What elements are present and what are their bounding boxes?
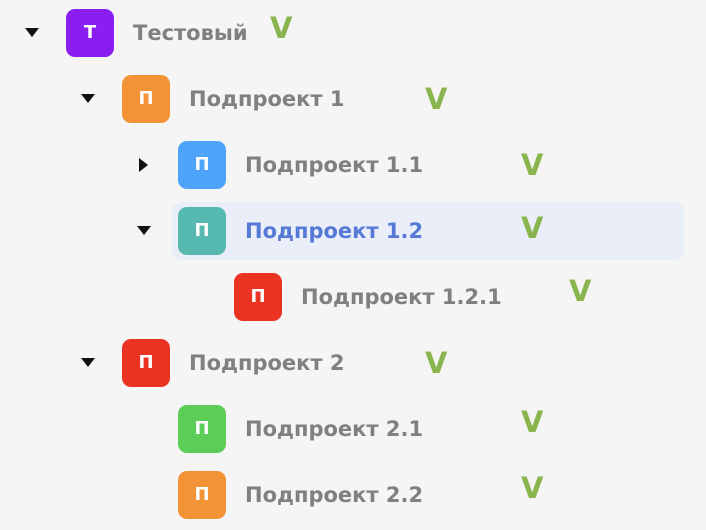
badge-letter: П	[194, 484, 210, 505]
tree-item-podproekt-1-2[interactable]: П Подпроект 1.2 V	[0, 202, 706, 260]
tree-item-label: Тестовый	[133, 21, 248, 45]
project-badge: П	[178, 141, 226, 189]
tree-item-podproekt-2-1[interactable]: П Подпроект 2.1 V	[0, 400, 706, 458]
tree-item-podproekt-2[interactable]: П Подпроект 2 V	[0, 334, 706, 392]
tree-item-label: Подпроект 1.2	[245, 219, 424, 243]
badge-letter: П	[194, 154, 210, 175]
project-badge: П	[178, 471, 226, 519]
badge-letter: П	[250, 286, 266, 307]
check-mark: V	[425, 346, 448, 380]
tree-item-label: Подпроект 1.1	[245, 153, 424, 177]
project-tree: Т Тестовый V П Подпроект 1 V П Подпроект…	[0, 0, 706, 530]
check-mark: V	[425, 82, 448, 116]
tree-item-podproekt-1[interactable]: П Подпроект 1 V	[0, 70, 706, 128]
project-badge: Т	[66, 9, 114, 57]
tree-item-label: Подпроект 2	[189, 351, 345, 375]
tree-item-testovyi[interactable]: Т Тестовый V	[0, 4, 706, 62]
tree-item-label: Подпроект 2.1	[245, 417, 424, 441]
badge-letter: Т	[83, 22, 97, 43]
tree-item-podproekt-2-2[interactable]: П Подпроект 2.2 V	[0, 466, 706, 524]
badge-letter: П	[194, 418, 210, 439]
tree-item-label: Подпроект 2.2	[245, 483, 424, 507]
project-badge: П	[234, 273, 282, 321]
check-mark: V	[521, 211, 544, 245]
tree-item-label: Подпроект 1	[189, 87, 345, 111]
tree-item-label: Подпроект 1.2.1	[301, 285, 502, 309]
badge-letter: П	[194, 220, 210, 241]
badge-letter: П	[138, 352, 154, 373]
caret-right-icon[interactable]	[134, 155, 154, 175]
project-badge: П	[178, 405, 226, 453]
check-mark: V	[521, 148, 544, 182]
project-badge: П	[178, 207, 226, 255]
tree-item-podproekt-1-1[interactable]: П Подпроект 1.1 V	[0, 136, 706, 194]
caret-down-icon[interactable]	[78, 353, 98, 373]
check-mark: V	[569, 274, 592, 308]
caret-down-icon[interactable]	[22, 23, 42, 43]
check-mark: V	[521, 471, 544, 505]
check-mark: V	[270, 11, 293, 45]
project-badge: П	[122, 339, 170, 387]
project-badge: П	[122, 75, 170, 123]
tree-item-podproekt-1-2-1[interactable]: П Подпроект 1.2.1 V	[0, 268, 706, 326]
badge-letter: П	[138, 88, 154, 109]
check-mark: V	[521, 405, 544, 439]
caret-down-icon[interactable]	[78, 89, 98, 109]
caret-down-icon[interactable]	[134, 221, 154, 241]
